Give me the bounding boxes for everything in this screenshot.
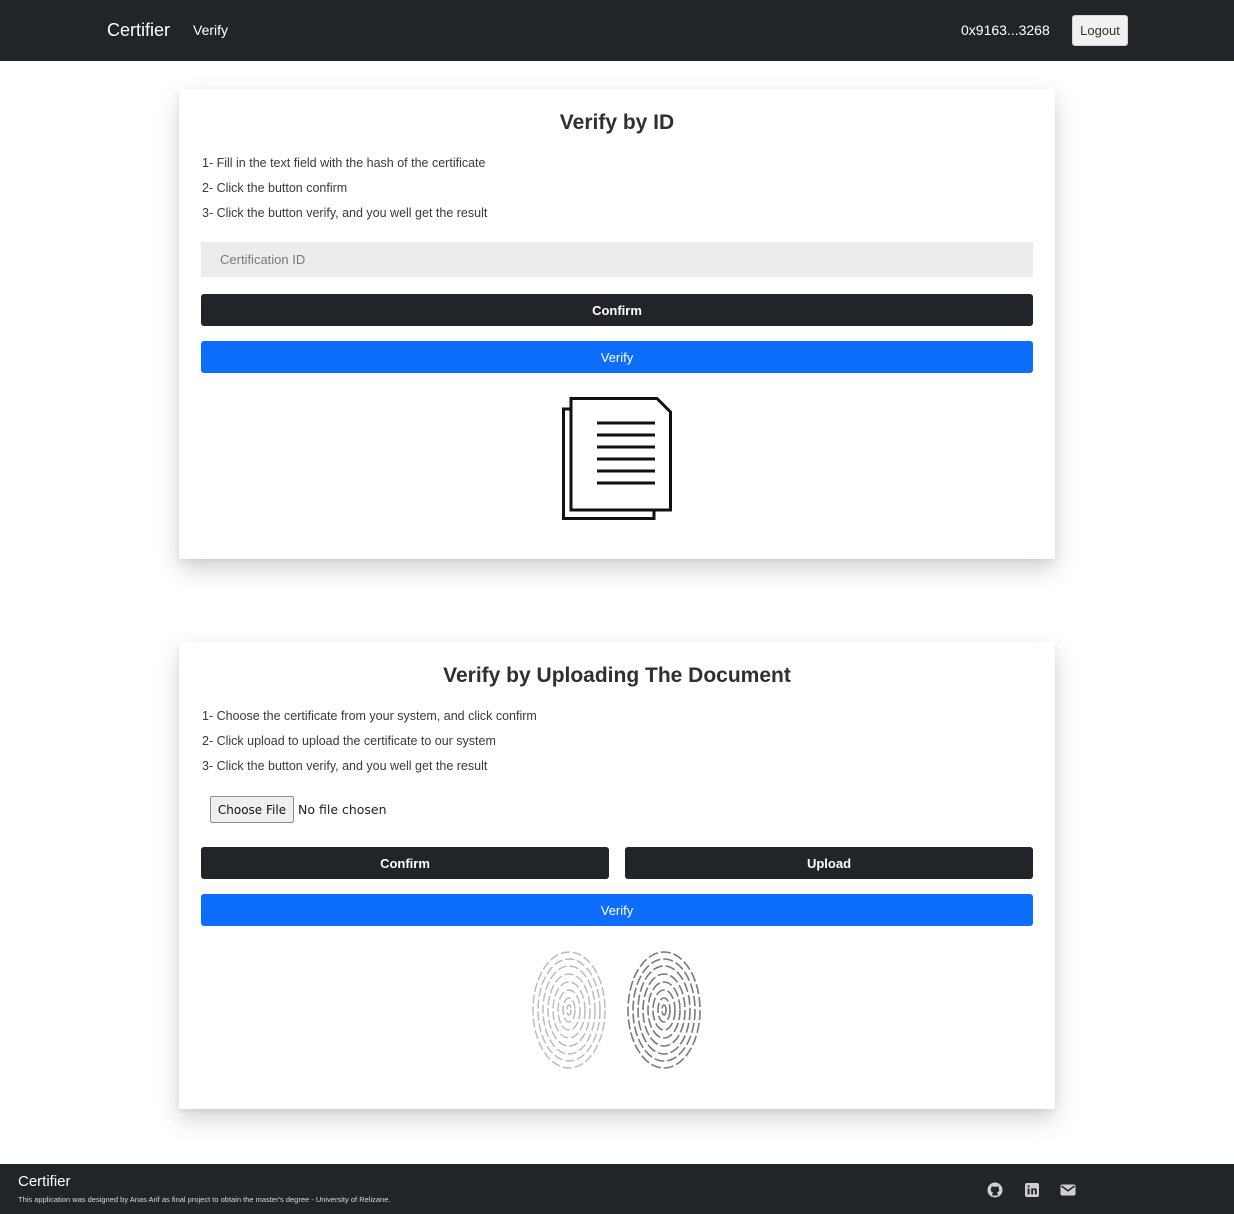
verify-by-upload-title: Verify by Uploading The Document bbox=[443, 664, 791, 687]
logout-button[interactable]: Logout bbox=[1072, 15, 1128, 46]
step-item: 3- Click the button verify, and you well… bbox=[202, 759, 488, 773]
wallet-address: 0x9163...3268 bbox=[961, 22, 1050, 38]
footer-credits: This application was designed by Anas Ar… bbox=[18, 1195, 391, 1204]
verify-by-id-steps: 1- Fill in the text field with the hash … bbox=[202, 155, 487, 230]
verify-file-button[interactable]: Verify bbox=[201, 894, 1033, 926]
mail-icon[interactable] bbox=[1060, 1182, 1076, 1198]
step-item: 2- Click upload to upload the certificat… bbox=[202, 734, 496, 748]
top-navbar: Certifier Verify 0x9163...3268 Logout bbox=[0, 0, 1234, 61]
verify-by-upload-card: Verify by Uploading The Document 1- Choo… bbox=[179, 642, 1055, 1109]
documents-icon bbox=[562, 397, 672, 520]
nav-link-verify[interactable]: Verify bbox=[193, 22, 228, 38]
verify-by-id-title: Verify by ID bbox=[559, 111, 675, 134]
step-item: 1- Choose the certificate from your syst… bbox=[202, 709, 537, 723]
upload-button[interactable]: Upload bbox=[625, 847, 1033, 879]
step-item: 2- Click the button confirm bbox=[202, 181, 348, 195]
verify-by-upload-steps: 1- Choose the certificate from your syst… bbox=[202, 708, 537, 783]
fingerprints-icon bbox=[532, 951, 701, 1069]
step-item: 3- Click the button verify, and you well… bbox=[202, 206, 488, 220]
brand-link[interactable]: Certifier bbox=[107, 20, 170, 41]
footer-brand: Certifier bbox=[18, 1173, 71, 1190]
confirm-id-button[interactable]: Confirm bbox=[201, 294, 1033, 326]
footer: Certifier This application was designed … bbox=[0, 1164, 1234, 1214]
file-status: No file chosen bbox=[298, 802, 387, 817]
linkedin-icon[interactable] bbox=[1024, 1182, 1040, 1198]
verify-id-button[interactable]: Verify bbox=[201, 341, 1033, 373]
step-item: 1- Fill in the text field with the hash … bbox=[202, 156, 486, 170]
confirm-file-button[interactable]: Confirm bbox=[201, 847, 609, 879]
choose-file-button[interactable]: Choose File bbox=[210, 796, 294, 823]
certification-id-input[interactable] bbox=[201, 242, 1033, 277]
verify-by-id-card: Verify by ID 1- Fill in the text field w… bbox=[179, 89, 1055, 559]
github-icon[interactable] bbox=[987, 1182, 1003, 1198]
